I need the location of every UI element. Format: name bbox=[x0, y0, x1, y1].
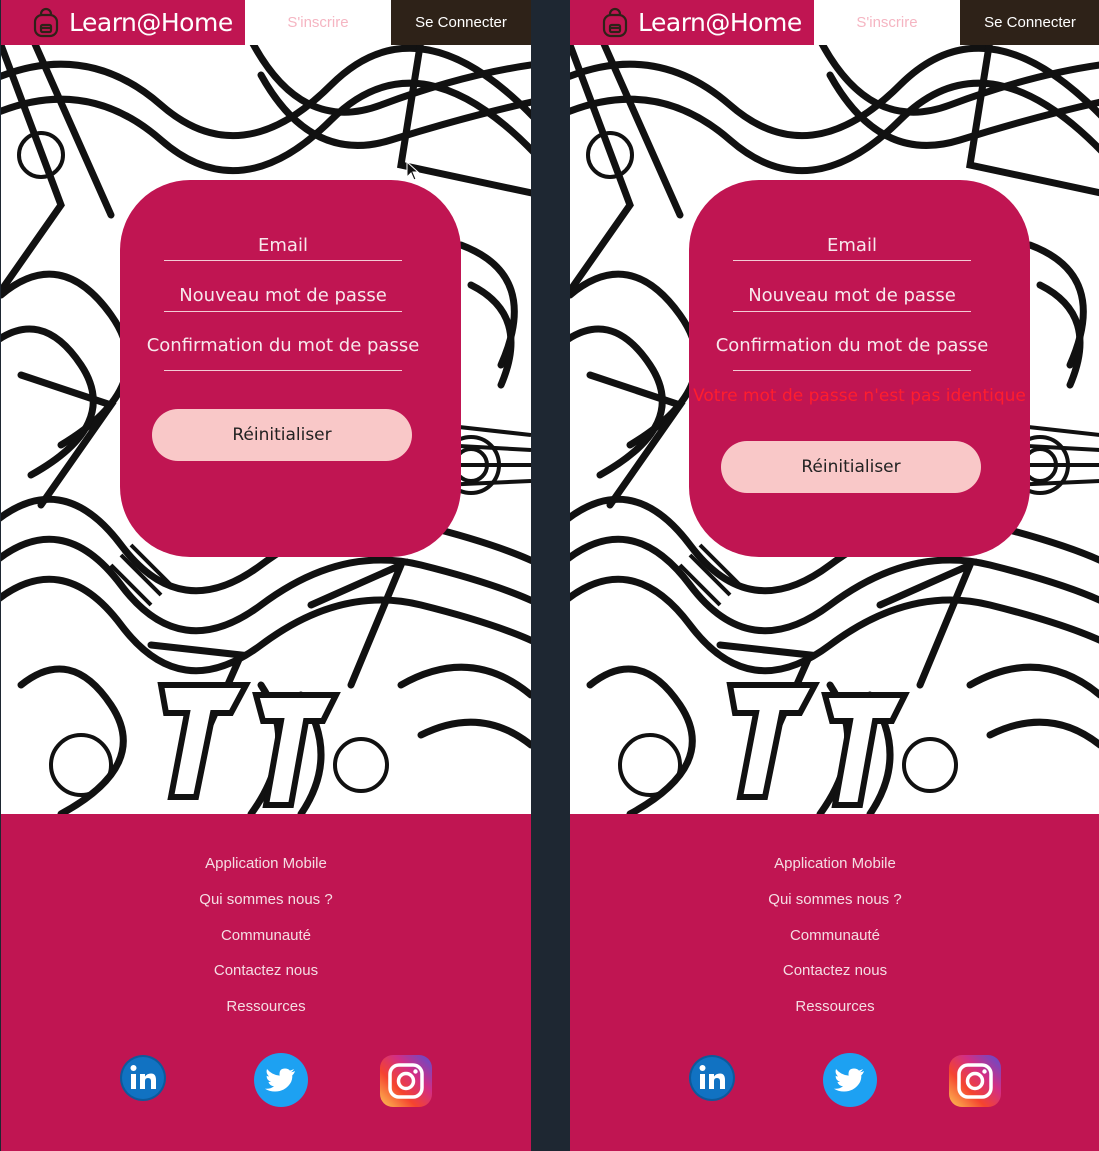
confirm-password-underline bbox=[164, 370, 402, 371]
new-password-input[interactable]: Nouveau mot de passe bbox=[164, 285, 402, 306]
footer-link-about[interactable]: Qui sommes nous ? bbox=[1, 891, 531, 908]
brand-logo[interactable]: Learn@Home bbox=[570, 0, 814, 45]
footer: Application Mobile Qui sommes nous ? Com… bbox=[570, 814, 1099, 1151]
email-underline bbox=[733, 260, 971, 261]
footer-link-community[interactable]: Communauté bbox=[570, 927, 1099, 944]
reset-password-screen-default: Learn@Home S'inscrire Se Connecter Email… bbox=[1, 0, 531, 1151]
new-password-underline bbox=[733, 311, 971, 312]
login-button[interactable]: Se Connecter bbox=[960, 0, 1099, 45]
twitter-icon[interactable] bbox=[822, 1052, 878, 1113]
reset-password-card: Email Nouveau mot de passe Confirmation … bbox=[120, 180, 461, 557]
email-input[interactable]: Email bbox=[164, 235, 402, 256]
reset-password-card: Email Nouveau mot de passe Confirmation … bbox=[689, 180, 1030, 557]
footer-link-resources[interactable]: Ressources bbox=[1, 998, 531, 1015]
top-navbar: Learn@Home S'inscrire Se Connecter bbox=[570, 0, 1099, 45]
instagram-icon[interactable] bbox=[379, 1054, 433, 1113]
footer-link-contact[interactable]: Contactez nous bbox=[570, 962, 1099, 979]
mouse-cursor-icon bbox=[406, 161, 420, 181]
signup-link[interactable]: S'inscrire bbox=[245, 0, 391, 45]
footer: Application Mobile Qui sommes nous ? Com… bbox=[1, 814, 531, 1151]
brand-name: Learn@Home bbox=[69, 8, 233, 37]
backpack-icon bbox=[29, 6, 63, 40]
brand-logo[interactable]: Learn@Home bbox=[1, 0, 245, 45]
email-underline bbox=[164, 260, 402, 261]
brand-name: Learn@Home bbox=[638, 8, 802, 37]
password-mismatch-error: Votre mot de passe n'est pas identique bbox=[693, 386, 1026, 406]
footer-link-about[interactable]: Qui sommes nous ? bbox=[570, 891, 1099, 908]
footer-link-resources[interactable]: Ressources bbox=[570, 998, 1099, 1015]
linkedin-icon[interactable] bbox=[688, 1054, 736, 1107]
new-password-underline bbox=[164, 311, 402, 312]
confirm-password-underline bbox=[733, 370, 971, 371]
linkedin-icon[interactable] bbox=[119, 1054, 167, 1107]
confirm-password-input[interactable]: Confirmation du mot de passe bbox=[120, 335, 446, 356]
twitter-icon[interactable] bbox=[253, 1052, 309, 1113]
confirm-password-input[interactable]: Confirmation du mot de passe bbox=[689, 335, 1015, 356]
signup-link[interactable]: S'inscrire bbox=[814, 0, 960, 45]
reset-password-screen-error: Learn@Home S'inscrire Se Connecter Email… bbox=[570, 0, 1099, 1151]
backpack-icon bbox=[598, 6, 632, 40]
footer-link-mobile-app[interactable]: Application Mobile bbox=[570, 855, 1099, 872]
footer-link-community[interactable]: Communauté bbox=[1, 927, 531, 944]
reset-button[interactable]: Réinitialiser bbox=[152, 409, 412, 461]
reset-button[interactable]: Réinitialiser bbox=[721, 441, 981, 493]
footer-link-contact[interactable]: Contactez nous bbox=[1, 962, 531, 979]
email-input[interactable]: Email bbox=[733, 235, 971, 256]
instagram-icon[interactable] bbox=[948, 1054, 1002, 1113]
top-navbar: Learn@Home S'inscrire Se Connecter bbox=[1, 0, 531, 45]
footer-link-mobile-app[interactable]: Application Mobile bbox=[1, 855, 531, 872]
new-password-input[interactable]: Nouveau mot de passe bbox=[733, 285, 971, 306]
login-button[interactable]: Se Connecter bbox=[391, 0, 531, 45]
